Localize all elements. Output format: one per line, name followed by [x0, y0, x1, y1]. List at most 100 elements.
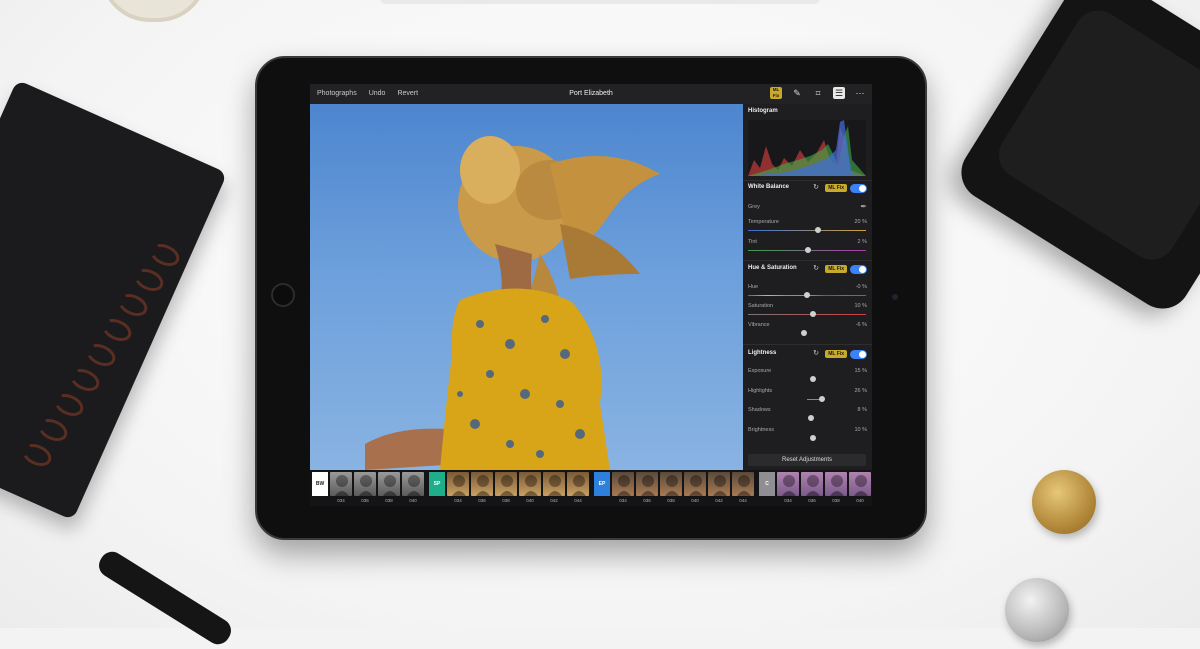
saturation-value: 10 % — [854, 303, 867, 309]
tint-slider[interactable] — [748, 247, 866, 253]
hue-label: Hue — [748, 284, 759, 290]
lightness-ml-fix-button[interactable]: ML Fix — [825, 350, 847, 358]
filter-thumbnail[interactable] — [825, 472, 847, 496]
filter-thumbnail[interactable] — [378, 472, 400, 496]
highlights-value: 26 % — [854, 388, 867, 394]
filter-group-tag[interactable]: EP — [594, 472, 610, 496]
white-balance-toggle[interactable] — [850, 184, 867, 193]
highlights-label: Highlights — [748, 388, 773, 394]
filter-label: 036 — [808, 498, 816, 503]
hue-slider[interactable] — [748, 292, 866, 298]
filter-thumbnail[interactable] — [732, 472, 754, 496]
crop-icon[interactable]: ⌗ — [812, 87, 824, 99]
filter-group-tag[interactable]: C — [759, 472, 775, 496]
filter-label: 036 — [361, 498, 369, 503]
photo-canvas[interactable] — [310, 104, 743, 470]
adjustments-panel: Histogram White Balance ↻ ML Fix Grey ✒ … — [743, 104, 872, 470]
hue-saturation-reset-icon[interactable]: ↻ — [813, 264, 819, 272]
temperature-slider[interactable] — [748, 227, 866, 233]
filter-label: 042 — [715, 498, 723, 503]
card-edge — [380, 0, 820, 4]
lightness-title: Lightness — [748, 350, 777, 356]
filter-thumbnail[interactable] — [684, 472, 706, 496]
adjustments-icon[interactable]: ☰ — [833, 87, 845, 99]
filter-thumbnail[interactable] — [660, 472, 682, 496]
divider — [743, 344, 872, 345]
tint-slider-knob[interactable] — [805, 247, 812, 253]
more-icon[interactable]: ⋯ — [854, 87, 866, 99]
temperature-value: 20 % — [854, 219, 867, 225]
front-camera — [892, 294, 898, 300]
temperature-slider-knob[interactable] — [815, 227, 822, 233]
vibrance-slider-knob[interactable] — [800, 330, 807, 336]
eyedropper-icon[interactable]: ✒ — [860, 202, 867, 211]
filter-label: 042 — [550, 498, 558, 503]
filter-label: 036 — [478, 498, 486, 503]
pencil-icon[interactable]: ✎ — [791, 87, 803, 99]
shadows-slider-knob[interactable] — [808, 415, 815, 421]
filter-thumbnail[interactable] — [708, 472, 730, 496]
filter-label: 038 — [385, 498, 393, 503]
hue-saturation-ml-fix-button[interactable]: ML Fix — [825, 265, 847, 273]
lightness-toggle[interactable] — [850, 350, 867, 359]
filter-thumbnail[interactable] — [330, 472, 352, 496]
filter-label: 044 — [739, 498, 747, 503]
filter-label: 036 — [643, 498, 651, 503]
filter-thumbnail[interactable] — [777, 472, 799, 496]
lightness-reset-icon[interactable]: ↻ — [813, 349, 819, 357]
filter-group-tag[interactable]: SP — [429, 472, 445, 496]
saturation-slider-knob[interactable] — [809, 311, 816, 317]
filter-label: 040 — [409, 498, 417, 503]
brightness-label: Brightness — [748, 427, 774, 433]
vibrance-slider[interactable] — [748, 330, 866, 336]
filter-label: 038 — [667, 498, 675, 503]
filter-label: 034 — [454, 498, 462, 503]
saturation-label: Saturation — [748, 303, 774, 309]
highlights-slider-knob[interactable] — [818, 396, 825, 402]
gold-coin — [1032, 470, 1096, 534]
white-balance-reset-icon[interactable]: ↻ — [813, 183, 819, 191]
reset-adjustments-button[interactable]: Reset Adjustments — [748, 454, 866, 466]
filter-thumbnail[interactable] — [801, 472, 823, 496]
tint-value: 2 % — [857, 239, 867, 245]
highlights-slider[interactable] — [748, 396, 866, 402]
hue-saturation-toggle[interactable] — [850, 265, 867, 274]
filter-label: 044 — [574, 498, 582, 503]
top-toolbar: Photographs Undo Revert Port Elizabeth M… — [310, 84, 872, 104]
exposure-slider-knob[interactable] — [809, 376, 816, 382]
exposure-slider[interactable] — [748, 376, 866, 382]
filter-label: 038 — [502, 498, 510, 503]
brightness-slider[interactable] — [748, 435, 866, 441]
saturation-slider[interactable] — [748, 311, 866, 317]
filter-thumbnail[interactable] — [354, 472, 376, 496]
hue-slider-knob[interactable] — [804, 292, 810, 298]
histogram-chart — [748, 120, 866, 176]
woman-photo — [365, 136, 660, 470]
filter-thumbnail[interactable] — [636, 472, 658, 496]
filter-group-tag[interactable]: BW — [312, 472, 328, 496]
app-screen: Photographs Undo Revert Port Elizabeth M… — [310, 84, 872, 506]
filter-thumbnail[interactable] — [402, 472, 424, 496]
home-button[interactable] — [271, 283, 295, 307]
ml-fix-icon[interactable]: ML Fix — [770, 87, 782, 99]
filter-label: 040 — [526, 498, 534, 503]
filter-thumbnail[interactable] — [471, 472, 493, 496]
filter-label: 034 — [784, 498, 792, 503]
shadows-slider[interactable] — [748, 415, 866, 421]
brightness-slider-knob[interactable] — [809, 435, 816, 441]
temperature-label: Temperature — [748, 219, 779, 225]
filter-thumbnail[interactable] — [495, 472, 517, 496]
vibrance-value: -6 % — [855, 322, 867, 328]
divider — [743, 260, 872, 261]
filter-thumbnail[interactable] — [567, 472, 589, 496]
exposure-value: 15 % — [854, 368, 867, 374]
filter-thumbnail[interactable] — [612, 472, 634, 496]
filter-thumbnail[interactable] — [447, 472, 469, 496]
white-balance-ml-fix-button[interactable]: ML Fix — [825, 184, 847, 192]
filter-thumbnail[interactable] — [543, 472, 565, 496]
filter-filmstrip[interactable]: BW 034 036 038 040 SP 034 036 038 040 042 044 EP 034 0… — [310, 470, 872, 506]
filter-thumbnail[interactable] — [519, 472, 541, 496]
filter-thumbnail[interactable] — [849, 472, 871, 496]
grey-label: Grey — [748, 204, 760, 210]
vibrance-label: Vibrance — [748, 322, 770, 328]
